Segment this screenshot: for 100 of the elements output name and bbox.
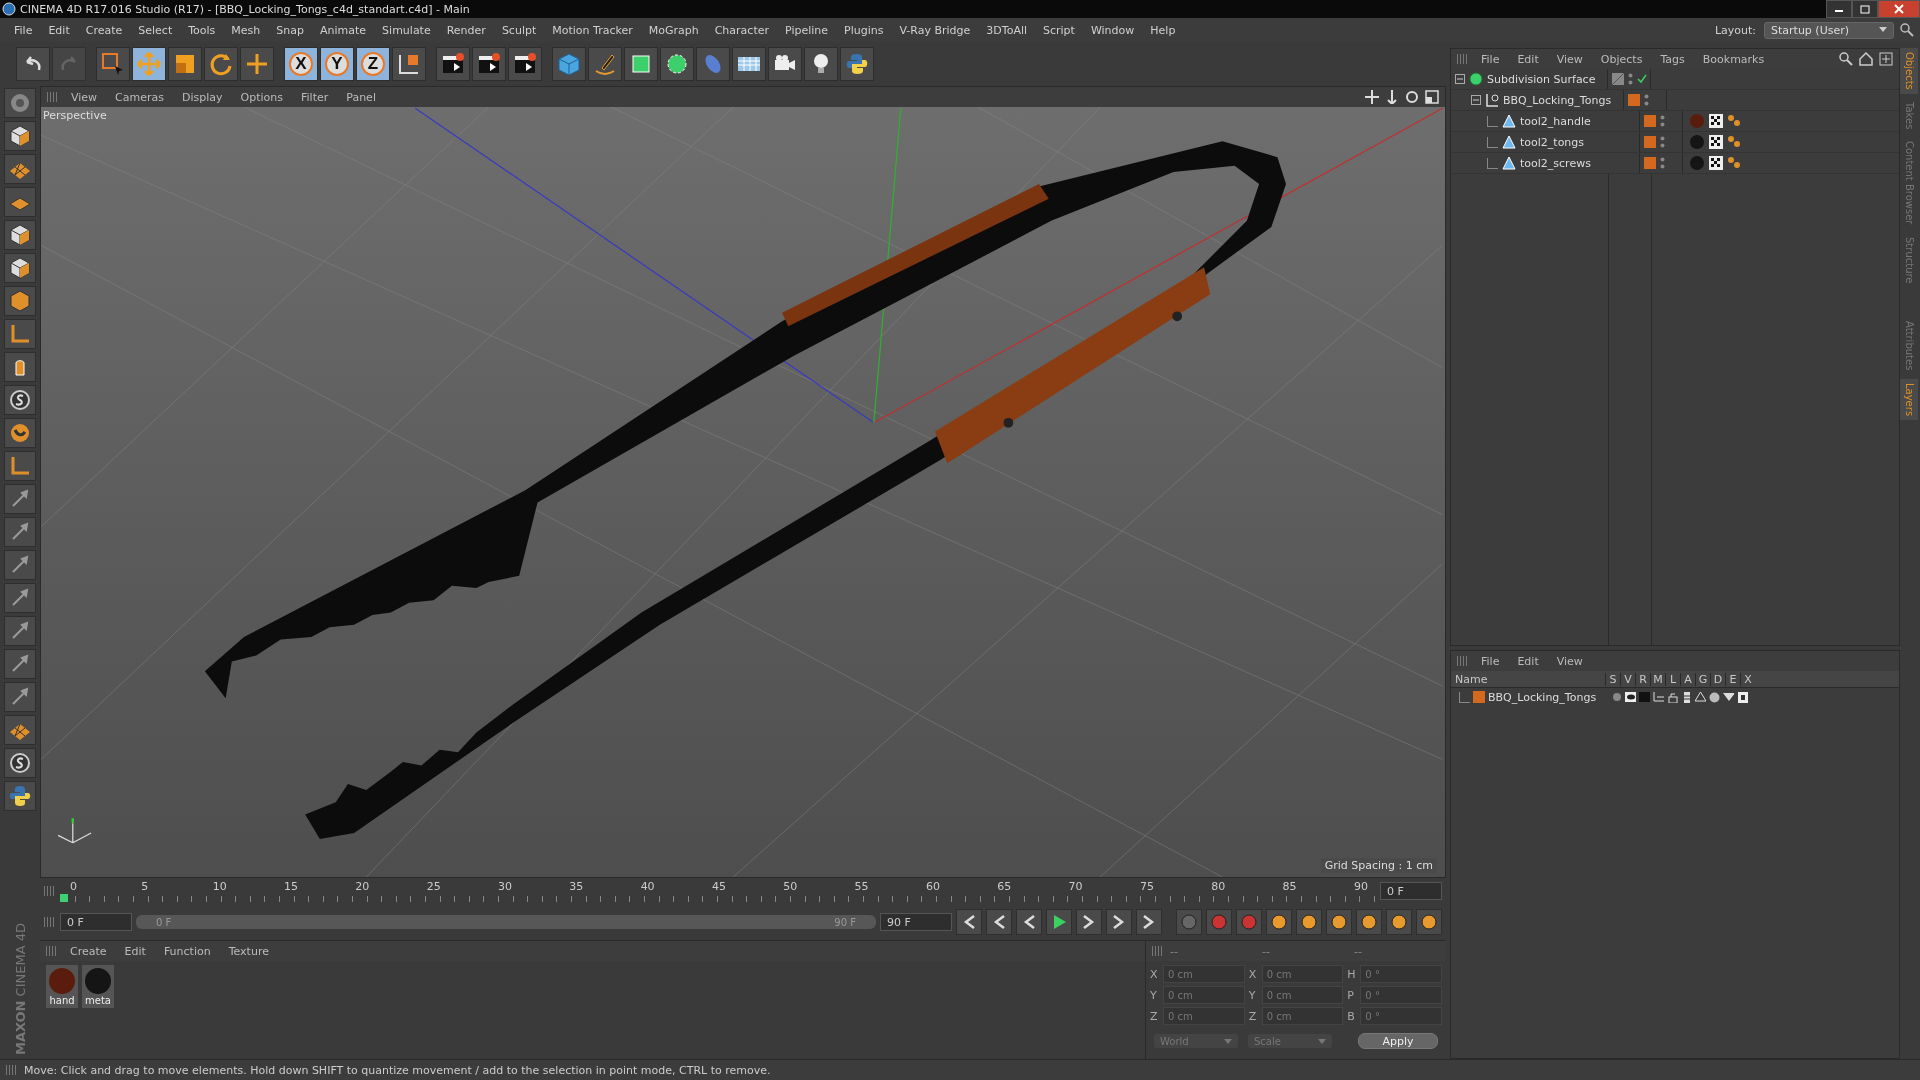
search-icon[interactable] (1900, 23, 1914, 37)
enabled-icon[interactable] (1637, 74, 1647, 84)
next-frame-button[interactable] (1076, 909, 1102, 935)
points-key-button[interactable] (1386, 909, 1412, 935)
object-name[interactable]: tool2_handle (1520, 114, 1591, 128)
dots-tag-icon[interactable] (1727, 114, 1741, 128)
viewport-menu-item[interactable]: Options (234, 90, 289, 104)
visibility-dots-icon[interactable] (1628, 73, 1633, 85)
python-button[interactable] (4, 781, 36, 811)
light-bulb-button[interactable] (804, 47, 838, 81)
object-name[interactable]: Subdivision Surface (1487, 72, 1596, 86)
axis-lock-button[interactable]: Z (356, 47, 390, 81)
axis-button[interactable] (4, 319, 36, 349)
new-window-icon[interactable] (1879, 52, 1893, 66)
move-view-icon[interactable] (1365, 90, 1379, 104)
start-frame-field[interactable]: 0 F (60, 913, 132, 931)
floor-button[interactable] (732, 47, 766, 81)
layer-name[interactable]: BBQ_Locking_Tongs (1488, 690, 1608, 704)
restore-button[interactable] (1852, 0, 1878, 18)
object-name[interactable]: BBQ_Locking_Tongs (1503, 93, 1612, 107)
eye-icon[interactable] (1625, 692, 1636, 702)
menu-item[interactable]: Plugins (836, 23, 892, 37)
close-button[interactable] (1878, 0, 1920, 18)
rotate-view-icon[interactable] (1405, 90, 1419, 104)
menu-item[interactable]: Help (1142, 23, 1184, 37)
menu-item[interactable]: Script (1035, 23, 1083, 37)
expression-icon[interactable] (1723, 693, 1734, 701)
layer-color-swatch[interactable] (1644, 136, 1656, 148)
layer-menu-item[interactable]: Edit (1511, 654, 1545, 668)
apply-button[interactable]: Apply (1358, 1033, 1438, 1049)
column-header[interactable]: L (1665, 672, 1680, 686)
python-button[interactable] (840, 47, 874, 81)
axis-lock-button[interactable]: X (284, 47, 318, 81)
menu-item[interactable]: Character (706, 23, 777, 37)
menu-item[interactable]: Render (438, 23, 494, 37)
menu-item[interactable]: File (6, 23, 41, 37)
menu-item[interactable]: Edit (40, 23, 78, 37)
previous-frame-button[interactable] (1016, 909, 1042, 935)
menu-item[interactable]: Pipeline (777, 23, 837, 37)
toggle-view-icon[interactable] (1425, 90, 1439, 104)
dots-tag-icon[interactable] (1727, 135, 1741, 149)
timeline-ruler[interactable]: 0 5 10 15 20 25 30 35 40 45 50 55 60 65 70 75 80 85 90 (60, 880, 1376, 894)
search-icon[interactable] (1839, 52, 1853, 66)
visibility-dots-icon[interactable] (1644, 94, 1649, 106)
column-header[interactable]: M (1650, 672, 1665, 686)
record-button[interactable] (1206, 909, 1232, 935)
go-to-start-button[interactable] (956, 909, 982, 935)
layer-color-swatch[interactable] (1628, 94, 1640, 106)
xref-icon[interactable] (1737, 691, 1748, 703)
material-menu-item[interactable]: Function (157, 944, 217, 958)
param-key-button[interactable] (1356, 909, 1382, 935)
menu-item[interactable]: V-Ray Bridge (891, 23, 979, 37)
move-tool-button[interactable] (132, 47, 166, 81)
minimize-button[interactable] (1826, 0, 1852, 18)
layer-color-swatch[interactable] (1644, 157, 1656, 169)
menu-item[interactable]: 3DToAll (978, 23, 1035, 37)
object-menu-item[interactable]: Bookmarks (1696, 52, 1771, 66)
plane-button[interactable] (4, 187, 36, 217)
checker-tag-icon[interactable] (1709, 114, 1723, 128)
menu-item[interactable]: Snap (268, 23, 312, 37)
animation-icon[interactable] (1683, 691, 1690, 703)
column-header[interactable]: A (1680, 672, 1695, 686)
manager-icon[interactable] (1653, 692, 1664, 702)
object-name[interactable]: tool2_screws (1520, 156, 1591, 170)
coordinate-system-button[interactable] (392, 47, 426, 81)
rotate-tool-button[interactable] (204, 47, 238, 81)
cube-button[interactable] (4, 121, 36, 151)
scale-tool-button[interactable] (168, 47, 202, 81)
object-menu-item[interactable]: Edit (1511, 52, 1545, 66)
pen-button[interactable] (588, 47, 622, 81)
menu-item[interactable]: Tools (180, 23, 224, 37)
column-header[interactable]: X (1740, 672, 1755, 686)
material-swatch[interactable]: hand (46, 965, 78, 1008)
material-swatch[interactable]: meta (82, 965, 114, 1008)
recent-tool-button[interactable] (240, 47, 274, 81)
visibility-dots-icon[interactable] (1660, 157, 1665, 169)
edges-mode-button[interactable] (4, 253, 36, 283)
solo-dot-icon[interactable] (1611, 692, 1622, 702)
layer-menu-item[interactable]: File (1475, 654, 1506, 668)
menu-item[interactable]: Create (77, 23, 131, 37)
menu-item[interactable]: Sculpt (493, 23, 545, 37)
column-header[interactable]: Name (1451, 672, 1605, 686)
side-tab[interactable]: Objects (1900, 48, 1918, 94)
viewport-menu-item[interactable]: Panel (340, 90, 382, 104)
next-key-button[interactable] (1106, 909, 1132, 935)
keyframe-button[interactable] (1176, 909, 1202, 935)
collapse-toggle-icon[interactable] (1455, 74, 1465, 84)
polygons-mode-button[interactable] (4, 286, 36, 316)
menu-item[interactable]: Motion Tracker (544, 23, 641, 37)
viewport-menu-item[interactable]: View (65, 90, 104, 104)
autokey-button[interactable] (1236, 909, 1262, 935)
object-menu-item[interactable]: Tags (1654, 52, 1691, 66)
scale-key-button[interactable] (1296, 909, 1322, 935)
viewport-menu-item[interactable]: Filter (295, 90, 335, 104)
dots-tag-icon[interactable] (1727, 156, 1741, 170)
visibility-dots-icon[interactable] (1660, 136, 1665, 148)
menu-item[interactable]: Window (1082, 23, 1143, 37)
current-frame-field[interactable]: 0 F (1380, 882, 1442, 900)
menu-item[interactable]: Mesh (223, 23, 269, 37)
rotate-key-button[interactable] (1326, 909, 1352, 935)
